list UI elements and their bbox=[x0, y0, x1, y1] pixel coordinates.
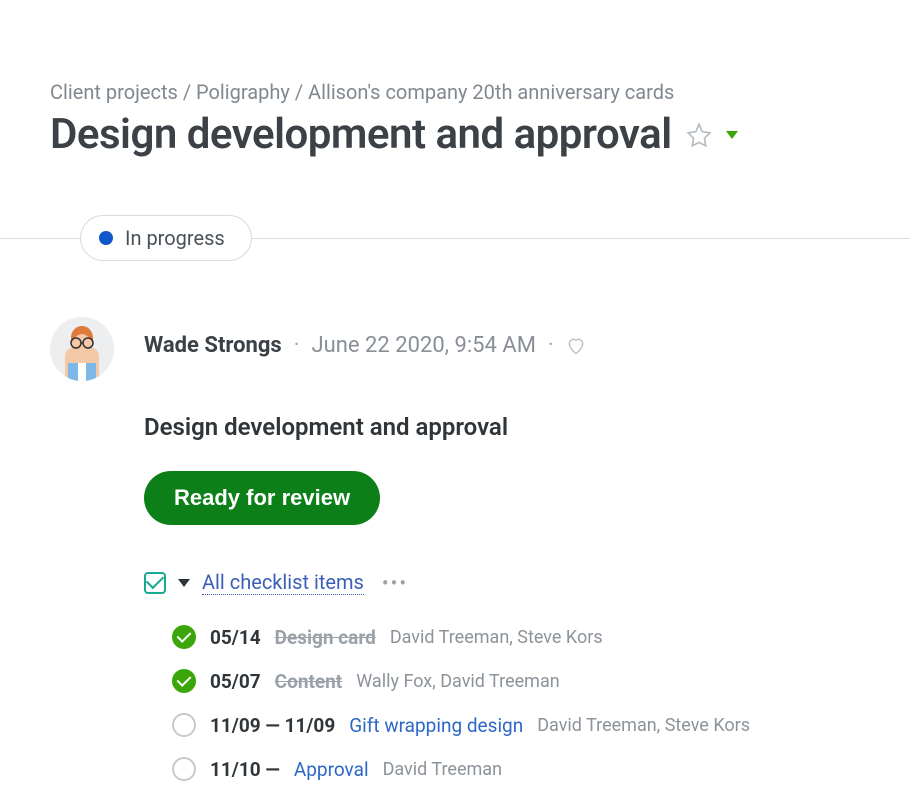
checklist-item[interactable]: 05/14 Design card David Treeman, Steve Kor… bbox=[172, 615, 860, 659]
chevron-down-icon[interactable] bbox=[178, 579, 190, 587]
avatar[interactable] bbox=[50, 317, 114, 381]
checklist-item-assignees: Wally Fox, David Treeman bbox=[356, 671, 559, 692]
post-title: Design development and approval bbox=[144, 413, 860, 441]
more-icon[interactable]: ••• bbox=[382, 571, 408, 595]
status-badge[interactable]: In progress bbox=[80, 215, 252, 261]
checklist-item-date: 11/09 — 11/09 bbox=[210, 714, 335, 737]
heart-icon[interactable] bbox=[566, 336, 586, 356]
checklist-item-assignees: David Treeman bbox=[383, 759, 502, 780]
checklist-item-title[interactable]: Gift wrapping design bbox=[349, 714, 523, 737]
checklist-item-date: 11/10 — bbox=[210, 758, 280, 781]
checklist-item[interactable]: 05/07 Content Wally Fox, David Treeman bbox=[172, 659, 860, 703]
breadcrumb-level-3[interactable]: Allison's company 20th anniversary cards bbox=[308, 80, 674, 104]
checklist-item-title[interactable]: Approval bbox=[294, 758, 369, 781]
checklist-item-title[interactable]: Design card bbox=[275, 626, 376, 649]
checklist-item-date: 05/14 bbox=[210, 626, 261, 649]
checklist-item-date: 05/07 bbox=[210, 670, 261, 693]
all-checklist-items-link[interactable]: All checklist items bbox=[202, 570, 364, 595]
page-title: Design development and approval bbox=[50, 110, 672, 159]
checklist-icon bbox=[144, 572, 166, 594]
checklist-item-assignees: David Treeman, Steve Kors bbox=[537, 715, 750, 736]
post-timestamp: June 22 2020, 9:54 AM bbox=[312, 333, 536, 358]
breadcrumb-level-2[interactable]: Poligraphy bbox=[196, 80, 290, 104]
status-dot-icon bbox=[99, 231, 113, 245]
checklist: 05/14 Design card David Treeman, Steve Kor… bbox=[144, 615, 860, 791]
chevron-down-icon[interactable] bbox=[726, 131, 738, 139]
check-done-icon[interactable] bbox=[172, 669, 196, 693]
status-label: In progress bbox=[125, 226, 225, 250]
star-icon[interactable] bbox=[686, 122, 712, 148]
checklist-item[interactable]: 11/10 — Approval David Treeman bbox=[172, 747, 860, 791]
ready-for-review-button[interactable]: Ready for review bbox=[144, 471, 380, 525]
check-open-icon[interactable] bbox=[172, 757, 196, 781]
checklist-item-assignees: David Treeman, Steve Kors bbox=[390, 627, 603, 648]
breadcrumb-level-1[interactable]: Client projects bbox=[50, 80, 178, 104]
check-done-icon[interactable] bbox=[172, 625, 196, 649]
breadcrumb[interactable]: Client projects / Poligraphy / Allison's… bbox=[50, 80, 860, 104]
checklist-item[interactable]: 11/09 — 11/09 Gift wrapping design David T… bbox=[172, 703, 860, 747]
post-author[interactable]: Wade Strongs bbox=[144, 333, 282, 358]
checklist-item-title[interactable]: Content bbox=[275, 670, 343, 693]
check-open-icon[interactable] bbox=[172, 713, 196, 737]
